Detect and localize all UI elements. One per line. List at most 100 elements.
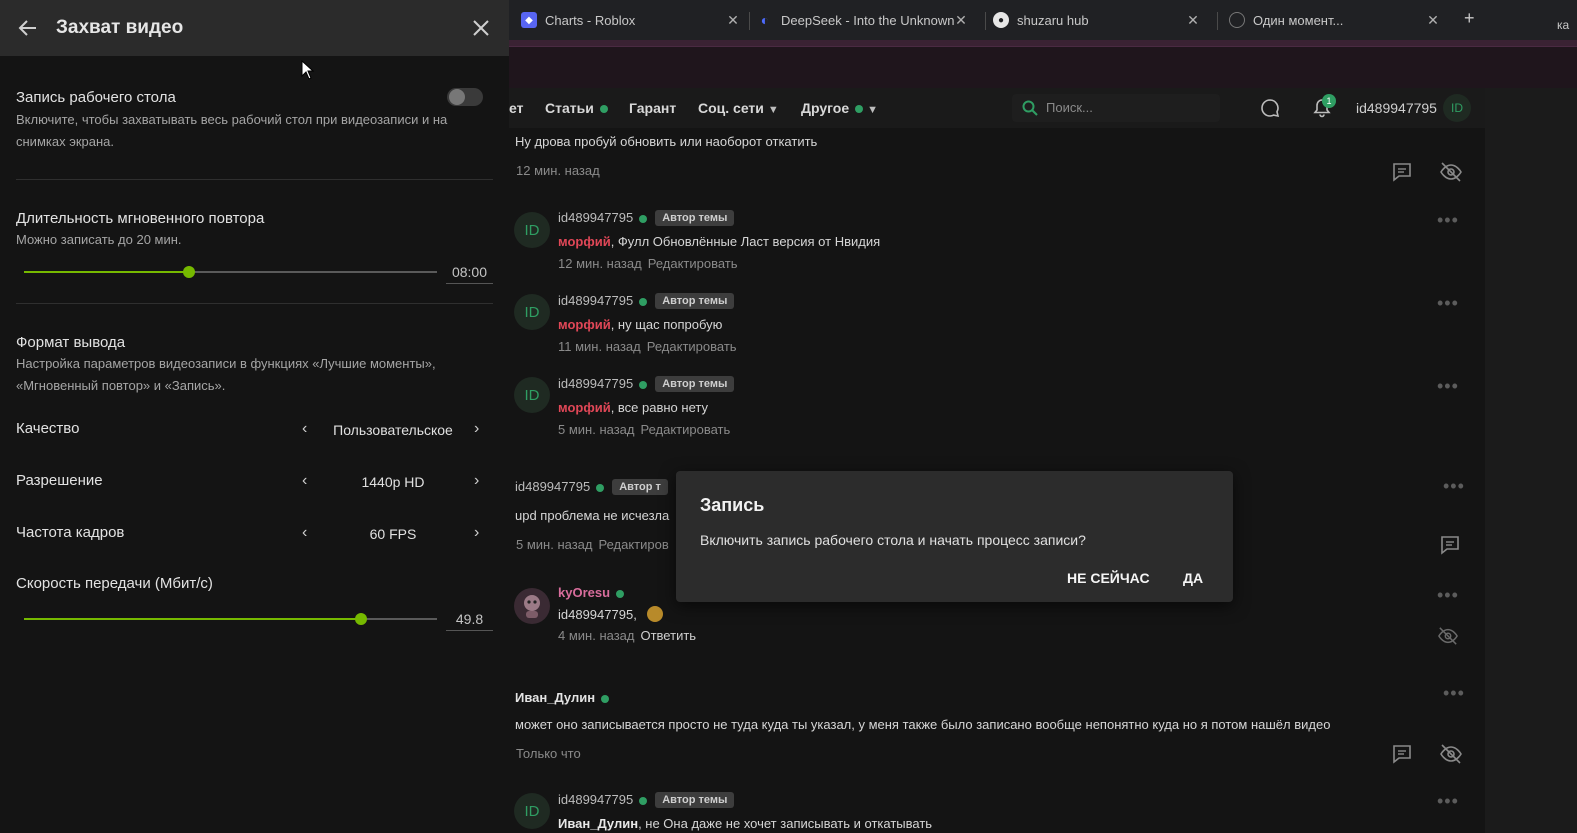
post-time[interactable]: 12 мин. назад	[516, 163, 600, 178]
avatar[interactable]: ID	[514, 212, 550, 248]
post-author[interactable]: kyOresu	[558, 585, 625, 600]
post-time[interactable]: Только что	[516, 746, 581, 761]
more-icon[interactable]: •••	[1443, 477, 1465, 495]
close-icon[interactable]: ✕	[953, 12, 969, 28]
fps-value: 60 FPS	[369, 526, 417, 542]
reply-link[interactable]: Ответить	[640, 628, 696, 643]
avatar[interactable]: ID	[514, 377, 550, 413]
browser-tab-github[interactable]: ● shuzaru hub ✕	[993, 0, 1207, 40]
author-badge: Автор темы	[655, 376, 735, 392]
comment-icon[interactable]	[1439, 534, 1461, 556]
replay-duration-slider[interactable]	[24, 266, 437, 278]
post-body: , не Она даже не хочет записывать и отка…	[638, 816, 933, 831]
post-time[interactable]: 5 мин. назад	[516, 537, 592, 552]
chevron-right-icon[interactable]: ›	[474, 524, 479, 542]
chat-bubble-icon[interactable]	[1260, 98, 1280, 118]
post-text: морфий, все равно нету	[558, 400, 708, 415]
slider-thumb[interactable]	[355, 613, 367, 625]
post-author[interactable]: id489947795 Автор темы	[558, 792, 735, 808]
post-author[interactable]: id489947795 Автор т	[515, 479, 668, 495]
author-name: id489947795	[558, 210, 634, 225]
new-tab-icon[interactable]: +	[1464, 8, 1475, 29]
eye-off-icon[interactable]	[1439, 743, 1463, 765]
post-time[interactable]: 5 мин. назад	[558, 422, 634, 437]
post-time[interactable]: 4 мин. назад	[558, 628, 634, 643]
browser-tab-roblox[interactable]: ◆ Charts - Roblox ✕	[521, 0, 747, 40]
forum-page: ет Статьи Гарант Соц. сети ▼ Другое ▼ Поис…	[509, 88, 1485, 833]
online-dot	[601, 694, 610, 703]
not-now-button[interactable]: НЕ СЕЙЧАС	[1067, 570, 1150, 586]
more-icon[interactable]: •••	[1437, 377, 1459, 395]
comment-icon[interactable]	[1391, 161, 1413, 183]
mention[interactable]: Иван_Дулин	[558, 816, 638, 831]
online-dot	[596, 483, 605, 492]
nav-item-social[interactable]: Соц. сети ▼	[698, 100, 779, 116]
bitrate-value[interactable]: 49.8	[446, 611, 493, 631]
chevron-left-icon[interactable]: ‹	[302, 420, 307, 438]
post-meta: 12 мин. назад Редактировать	[558, 256, 744, 271]
edit-link[interactable]: Редактиров	[598, 537, 668, 552]
more-icon[interactable]: •••	[1437, 586, 1459, 604]
chevron-left-icon[interactable]: ‹	[302, 472, 307, 490]
divider	[16, 303, 493, 304]
post-author[interactable]: Иван_Дулин	[515, 690, 610, 705]
more-icon[interactable]: •••	[1437, 792, 1459, 810]
back-arrow-icon[interactable]	[18, 18, 38, 38]
nav-username[interactable]: id489947795	[1356, 100, 1437, 116]
eye-off-icon[interactable]	[1439, 161, 1463, 183]
panel-title: Захват видео	[56, 17, 184, 38]
more-icon[interactable]: •••	[1437, 211, 1459, 229]
browser-tab-bar: ◆ Charts - Roblox ✕ ◐ DeepSeek - Into th…	[509, 0, 1577, 40]
replay-duration-desc: Можно записать до 20 мин.	[16, 232, 182, 247]
post-time[interactable]: 11 мин. назад	[558, 339, 641, 354]
edit-link[interactable]: Редактировать	[640, 422, 730, 437]
close-icon[interactable]: ✕	[1425, 12, 1441, 28]
nav-item-partial[interactable]: ет	[509, 100, 523, 116]
edit-link[interactable]: Редактировать	[648, 256, 738, 271]
browser-tab-deepseek[interactable]: ◐ DeepSeek - Into the Unknown ✕	[757, 0, 975, 40]
chevron-left-icon[interactable]: ‹	[302, 524, 307, 542]
post-author[interactable]: id489947795 Автор темы	[558, 293, 735, 309]
chevron-right-icon[interactable]: ›	[474, 420, 479, 438]
nav-label: Статьи	[545, 100, 594, 116]
site-nav: ет Статьи Гарант Соц. сети ▼ Другое ▼ Поис…	[509, 88, 1485, 128]
avatar[interactable]: ID	[514, 793, 550, 829]
avatar[interactable]: ID	[514, 294, 550, 330]
close-icon[interactable]: ✕	[725, 12, 741, 28]
slider-thumb[interactable]	[183, 266, 196, 278]
search-input[interactable]: Поиск...	[1012, 94, 1220, 122]
nav-item-other[interactable]: Другое ▼	[801, 100, 878, 116]
comment-icon[interactable]	[1391, 743, 1413, 765]
more-icon[interactable]: •••	[1437, 294, 1459, 312]
search-icon	[1022, 100, 1038, 116]
fps-label: Частота кадров	[16, 524, 125, 541]
post-author[interactable]: id489947795 Автор темы	[558, 210, 735, 226]
user-avatar-image	[524, 595, 540, 618]
mention[interactable]: морфий	[558, 234, 611, 249]
eye-off-icon[interactable]	[1437, 626, 1459, 646]
close-icon[interactable]	[473, 20, 489, 36]
bitrate-slider[interactable]	[24, 613, 437, 625]
post-author[interactable]: id489947795 Автор темы	[558, 376, 735, 392]
nav-item-articles[interactable]: Статьи	[545, 100, 608, 116]
yes-button[interactable]: ДА	[1183, 570, 1203, 586]
nav-item-guarantor[interactable]: Гарант	[629, 100, 676, 116]
mention[interactable]: морфий	[558, 400, 611, 415]
toggle-knob	[449, 89, 465, 105]
avatar[interactable]	[514, 588, 550, 624]
post-time[interactable]: 12 мин. назад	[558, 256, 642, 271]
author-name: kyOresu	[558, 585, 611, 600]
desktop-record-toggle[interactable]	[447, 88, 483, 106]
post-text: Иван_Дулин, не Она даже не хочет записыв…	[558, 816, 932, 831]
mention[interactable]: морфий	[558, 317, 611, 332]
replay-duration-value[interactable]: 08:00	[446, 264, 493, 284]
chevron-right-icon[interactable]: ›	[474, 472, 479, 490]
browser-tab-loading[interactable]: Один момент... ✕	[1229, 0, 1447, 40]
avatar[interactable]: ID	[1443, 94, 1471, 122]
more-icon[interactable]: •••	[1443, 684, 1465, 702]
quality-label: Качество	[16, 420, 80, 437]
tab-title: Charts - Roblox	[545, 12, 636, 28]
edit-link[interactable]: Редактировать	[647, 339, 737, 354]
close-icon[interactable]: ✕	[1185, 12, 1201, 28]
author-name: id489947795	[515, 479, 591, 494]
